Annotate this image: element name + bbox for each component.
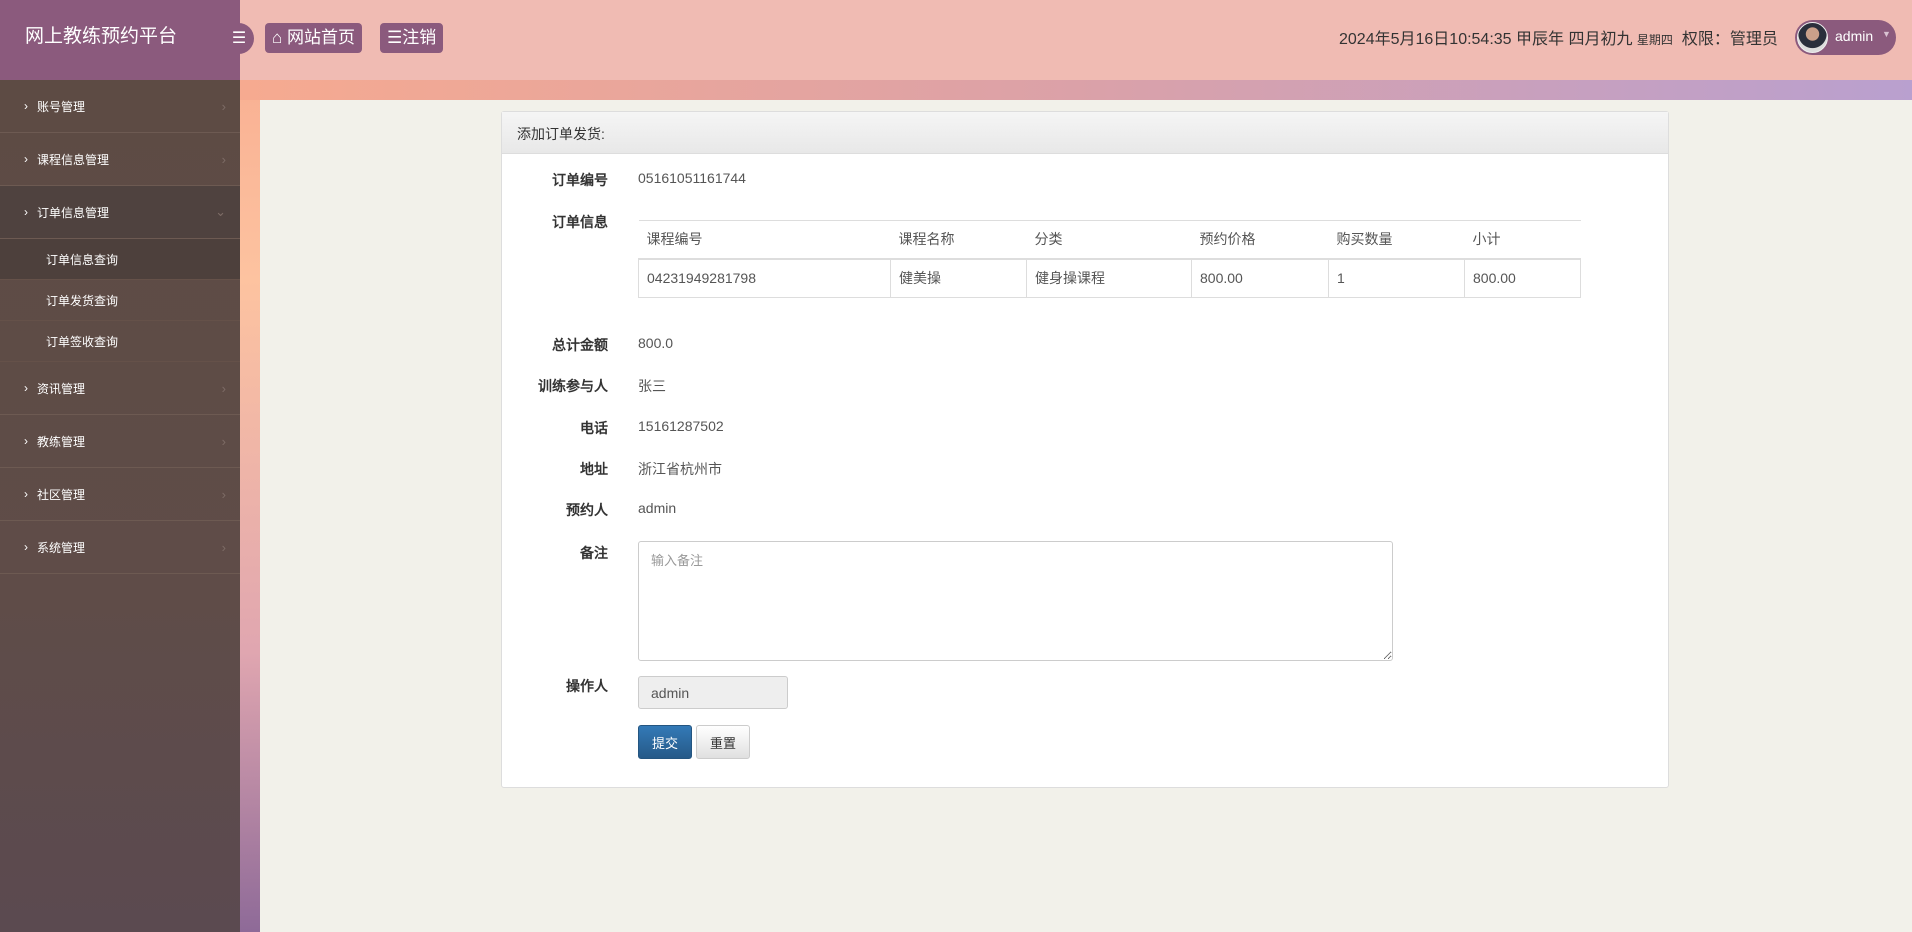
app-title: 网上教练预约平台 (0, 0, 240, 80)
operator-input[interactable] (638, 676, 788, 709)
datetime-text: 2024年5月16日10:54:35 甲辰年 四月初九 (1339, 31, 1633, 48)
column-header: 课程编号 (638, 220, 891, 260)
chevron-right-icon: › (221, 486, 226, 502)
column-header: 小计 (1464, 220, 1581, 260)
sidebar-item-news[interactable]: › 资讯管理 › (0, 362, 240, 415)
menu-icon: ☰ (387, 28, 403, 47)
avatar (1797, 22, 1828, 53)
sidebar-item-community[interactable]: › 社区管理 › (0, 468, 240, 521)
chevron-right-icon: › (221, 433, 226, 449)
column-header: 分类 (1026, 220, 1192, 260)
menu-icon: ☰ (231, 30, 247, 47)
phone-value: 15161287502 (638, 418, 724, 434)
username: admin (1835, 28, 1874, 44)
chevron-right-icon: › (221, 539, 226, 555)
submit-button[interactable]: 提交 (638, 725, 692, 759)
table-cell: 1 (1328, 258, 1465, 298)
user-menu[interactable]: admin ▼ (1795, 20, 1896, 55)
sidebar-item-label: 系统管理 (37, 540, 86, 555)
address-value: 浙江省杭州市 (638, 461, 722, 477)
address-label: 地址 (580, 461, 608, 477)
chevron-right-icon: › (221, 98, 226, 114)
table-cell: 800.00 (1191, 258, 1329, 298)
table-header-row: 课程编号 课程名称 分类 预约价格 购买数量 小计 (638, 220, 1581, 260)
chevron-right-icon: › (24, 487, 28, 501)
chevron-right-icon: › (24, 205, 28, 219)
chevron-right-icon: › (24, 99, 28, 113)
participant-label: 训练参与人 (538, 378, 608, 394)
role-text: 权限：管理员 (1681, 31, 1778, 48)
add-shipping-panel: 添加订单发货: 订单编号 05161051161744 订单信息 课程编号 课程… (501, 111, 1669, 788)
table-cell: 04231949281798 (638, 258, 891, 298)
decorative-strip (240, 80, 1912, 100)
sidebar-toggle-button[interactable]: ☰ (224, 23, 254, 54)
sidebar-item-label: 课程信息管理 (37, 152, 110, 167)
home-button[interactable]: ⌂ 网站首页 (265, 23, 363, 53)
chevron-right-icon: › (221, 151, 226, 167)
sidebar-item-label: 账号管理 (37, 99, 86, 114)
table-cell: 健美操 (890, 258, 1027, 298)
sidebar-subitem-shipping-query[interactable]: 订单发货查询 (0, 280, 240, 321)
booker-value: admin (638, 500, 677, 516)
order-no-value: 05161051161744 (638, 170, 746, 186)
sidebar-item-label: 教练管理 (37, 434, 86, 449)
total-value: 800.0 (638, 335, 674, 351)
home-icon: ⌂ (272, 28, 283, 47)
sidebar-item-label: 社区管理 (37, 487, 86, 502)
reset-button[interactable]: 重置 (696, 725, 750, 759)
sidebar-subitem-order-query[interactable]: 订单信息查询 (0, 239, 240, 280)
column-header: 购买数量 (1328, 220, 1465, 260)
sidebar-subitem-label: 订单发货查询 (46, 293, 119, 308)
logout-label: 注销 (402, 28, 437, 47)
table-cell: 健身操课程 (1026, 258, 1192, 298)
chevron-right-icon: › (24, 152, 28, 166)
chevron-right-icon: › (24, 381, 28, 395)
chevron-down-icon: ⌄ (215, 204, 226, 219)
sidebar-item-coach[interactable]: › 教练管理 › (0, 415, 240, 468)
chevron-right-icon: › (24, 540, 28, 554)
top-bar: 网上教练预约平台 ☰ ⌂ 网站首页 ☰注销 2024年5月16日10:54:35… (0, 0, 1912, 80)
weekday: 星期四 (1636, 33, 1673, 47)
total-label: 总计金额 (552, 337, 608, 353)
sidebar-item-order[interactable]: › 订单信息管理 ⌄ (0, 186, 240, 239)
datetime-display: 2024年5月16日10:54:35 甲辰年 四月初九 星期四 权限：管理员 (1339, 25, 1778, 49)
sidebar-item-account[interactable]: › 账号管理 › (0, 80, 240, 133)
home-label: 网站首页 (287, 28, 356, 47)
sidebar-item-system[interactable]: › 系统管理 › (0, 521, 240, 574)
chevron-right-icon: › (24, 434, 28, 448)
column-header: 课程名称 (890, 220, 1027, 260)
logout-button[interactable]: ☰注销 (380, 23, 444, 53)
sidebar-item-label: 资讯管理 (37, 381, 86, 396)
sidebar-subitem-label: 订单签收查询 (46, 334, 119, 349)
participant-value: 张三 (638, 378, 666, 394)
booker-label: 预约人 (566, 502, 608, 518)
order-info-label: 订单信息 (552, 214, 608, 230)
phone-label: 电话 (580, 420, 608, 436)
table-cell: 800.00 (1464, 258, 1581, 298)
operator-label: 操作人 (566, 678, 608, 694)
sidebar-subitem-label: 订单信息查询 (46, 252, 119, 267)
panel-title: 添加订单发货: (502, 112, 1668, 154)
sidebar-item-course[interactable]: › 课程信息管理 › (0, 133, 240, 186)
caret-down-icon: ▼ (1882, 29, 1891, 39)
chevron-right-icon: › (221, 380, 226, 396)
sidebar-subitem-receipt-query[interactable]: 订单签收查询 (0, 321, 240, 362)
order-no-label: 订单编号 (552, 172, 608, 188)
column-header: 预约价格 (1191, 220, 1329, 260)
sidebar-item-label: 订单信息管理 (37, 205, 110, 220)
table-row: 04231949281798 健美操 健身操课程 800.00 1 800.00 (638, 258, 1581, 298)
remark-label: 备注 (580, 545, 608, 561)
order-items-table: 课程编号 课程名称 分类 预约价格 购买数量 小计 04231949281798… (638, 220, 1581, 298)
sidebar: › 账号管理 › › 课程信息管理 › › 订单信息管理 ⌄ 订单信息查询 订单发货查询 订… (0, 80, 240, 932)
remark-textarea[interactable] (638, 541, 1393, 661)
